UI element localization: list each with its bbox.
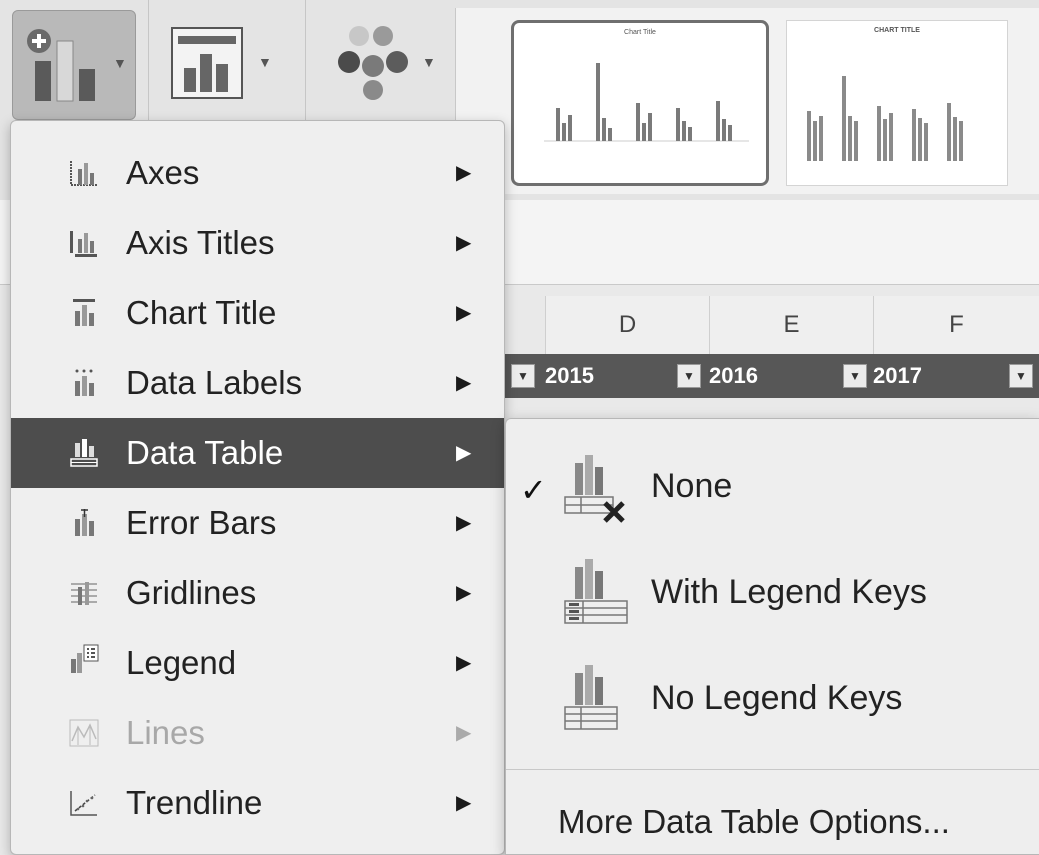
thumbnail-chart-preview — [544, 63, 749, 142]
submenu-arrow-icon: ▶ — [456, 722, 472, 744]
submenu-item-none[interactable]: ✓ None — [506, 435, 1039, 535]
chevron-down-icon: ▼ — [113, 55, 127, 71]
menu-item-gridlines[interactable]: Gridlines ▶ — [11, 558, 504, 628]
data-table-icon — [70, 439, 98, 467]
quick-layout-button[interactable]: ▼ — [160, 10, 290, 120]
more-data-table-options-item[interactable]: More Data Table Options... — [558, 803, 950, 841]
menu-separator — [506, 769, 1039, 770]
menu-item-data-labels[interactable]: Data Labels ▶ — [11, 348, 504, 418]
data-table-none-icon — [564, 455, 625, 523]
data-labels-icon — [75, 369, 94, 396]
header-cell-2016: 2016 — [669, 354, 833, 398]
add-chart-element-menu: Axes ▶ Axis Titles ▶ Chart Title ▶ Data … — [10, 120, 505, 855]
data-table-no-legend-keys-icon — [564, 665, 618, 730]
submenu-item-label: No Legend Keys — [651, 679, 903, 717]
legend-icon — [71, 644, 99, 673]
chart-style-thumbnail-1[interactable]: Chart Title — [511, 20, 769, 186]
submenu-arrow-icon: ▶ — [456, 372, 472, 394]
submenu-arrow-icon: ▶ — [456, 162, 472, 184]
menu-item-label: Data Labels — [126, 364, 303, 401]
gridlines-icon — [71, 582, 97, 605]
error-bars-icon — [75, 509, 94, 536]
submenu-item-label: None — [651, 467, 733, 505]
change-colors-button[interactable]: ▼ — [325, 10, 445, 120]
submenu-arrow-icon: ▶ — [456, 442, 472, 464]
submenu-arrow-icon: ▶ — [456, 232, 472, 254]
header-cell-2017: 2017 — [833, 354, 997, 398]
lines-icon — [69, 719, 99, 747]
submenu-item-no-legend-keys[interactable]: No Legend Keys — [506, 647, 1039, 747]
header-label: 2017 — [873, 363, 922, 388]
chevron-down-icon: ▼ — [422, 54, 436, 70]
column-header-d[interactable]: D — [545, 296, 709, 354]
menu-item-legend[interactable]: Legend ▶ — [11, 628, 504, 698]
menu-item-label: Data Table — [126, 434, 284, 471]
add-chart-element-button[interactable]: ▼ — [12, 10, 136, 120]
submenu-arrow-icon: ▶ — [456, 652, 472, 674]
data-table-submenu: ✓ None With Legend Keys No Legend Keys M… — [505, 418, 1039, 855]
menu-item-lines: Lines ▶ — [11, 698, 504, 768]
submenu-arrow-icon: ▶ — [456, 792, 472, 814]
menu-item-label: Chart Title — [126, 294, 277, 331]
submenu-arrow-icon: ▶ — [456, 302, 472, 324]
ribbon-divider — [305, 0, 306, 125]
submenu-arrow-icon: ▶ — [456, 512, 472, 534]
column-header-f[interactable]: F — [873, 296, 1039, 354]
axes-icon — [70, 161, 97, 186]
trendline-icon — [70, 791, 97, 816]
data-table-with-legend-keys-icon — [564, 559, 628, 624]
header-label: 2015 — [545, 363, 594, 388]
menu-item-trendline[interactable]: Trendline ▶ — [11, 768, 504, 838]
submenu-item-label: With Legend Keys — [651, 573, 927, 611]
thumbnail-chart-preview — [807, 76, 963, 161]
chevron-down-icon: ▼ — [258, 54, 272, 70]
menu-item-axes[interactable]: Axes ▶ — [11, 138, 504, 208]
submenu-item-with-legend-keys[interactable]: With Legend Keys — [506, 541, 1039, 641]
table-header-row: ▼ 2015 ▼ 2016 ▼ 2017 ▼ — [505, 354, 1039, 398]
menu-item-label: Legend — [126, 644, 237, 681]
submenu-arrow-icon: ▶ — [456, 582, 472, 604]
menu-item-label: Error Bars — [126, 504, 277, 541]
ribbon-divider — [148, 0, 149, 125]
menu-item-error-bars[interactable]: Error Bars ▶ — [11, 488, 504, 558]
filter-dropdown-icon[interactable]: ▼ — [1009, 364, 1033, 388]
chart-styles-gallery: Chart Title CHART TITLE — [455, 8, 1039, 194]
header-cell-2015: 2015 — [505, 354, 669, 398]
axis-titles-icon — [70, 231, 97, 257]
menu-item-label: Lines — [126, 714, 205, 751]
menu-item-data-table[interactable]: Data Table ▶ — [11, 418, 504, 488]
menu-item-label: Axes — [126, 154, 200, 191]
menu-item-label: Axis Titles — [126, 224, 275, 261]
menu-item-axis-titles[interactable]: Axis Titles ▶ — [11, 208, 504, 278]
column-header-e[interactable]: E — [709, 296, 873, 354]
checkmark-icon: ✓ — [520, 472, 547, 508]
menu-item-chart-title[interactable]: Chart Title ▶ — [11, 278, 504, 348]
chart-title-icon — [73, 299, 95, 326]
menu-item-label: Gridlines — [126, 574, 257, 611]
menu-item-label: Trendline — [126, 784, 263, 821]
header-label: 2016 — [709, 363, 758, 388]
chart-style-thumbnail-2[interactable]: CHART TITLE — [786, 20, 1008, 186]
